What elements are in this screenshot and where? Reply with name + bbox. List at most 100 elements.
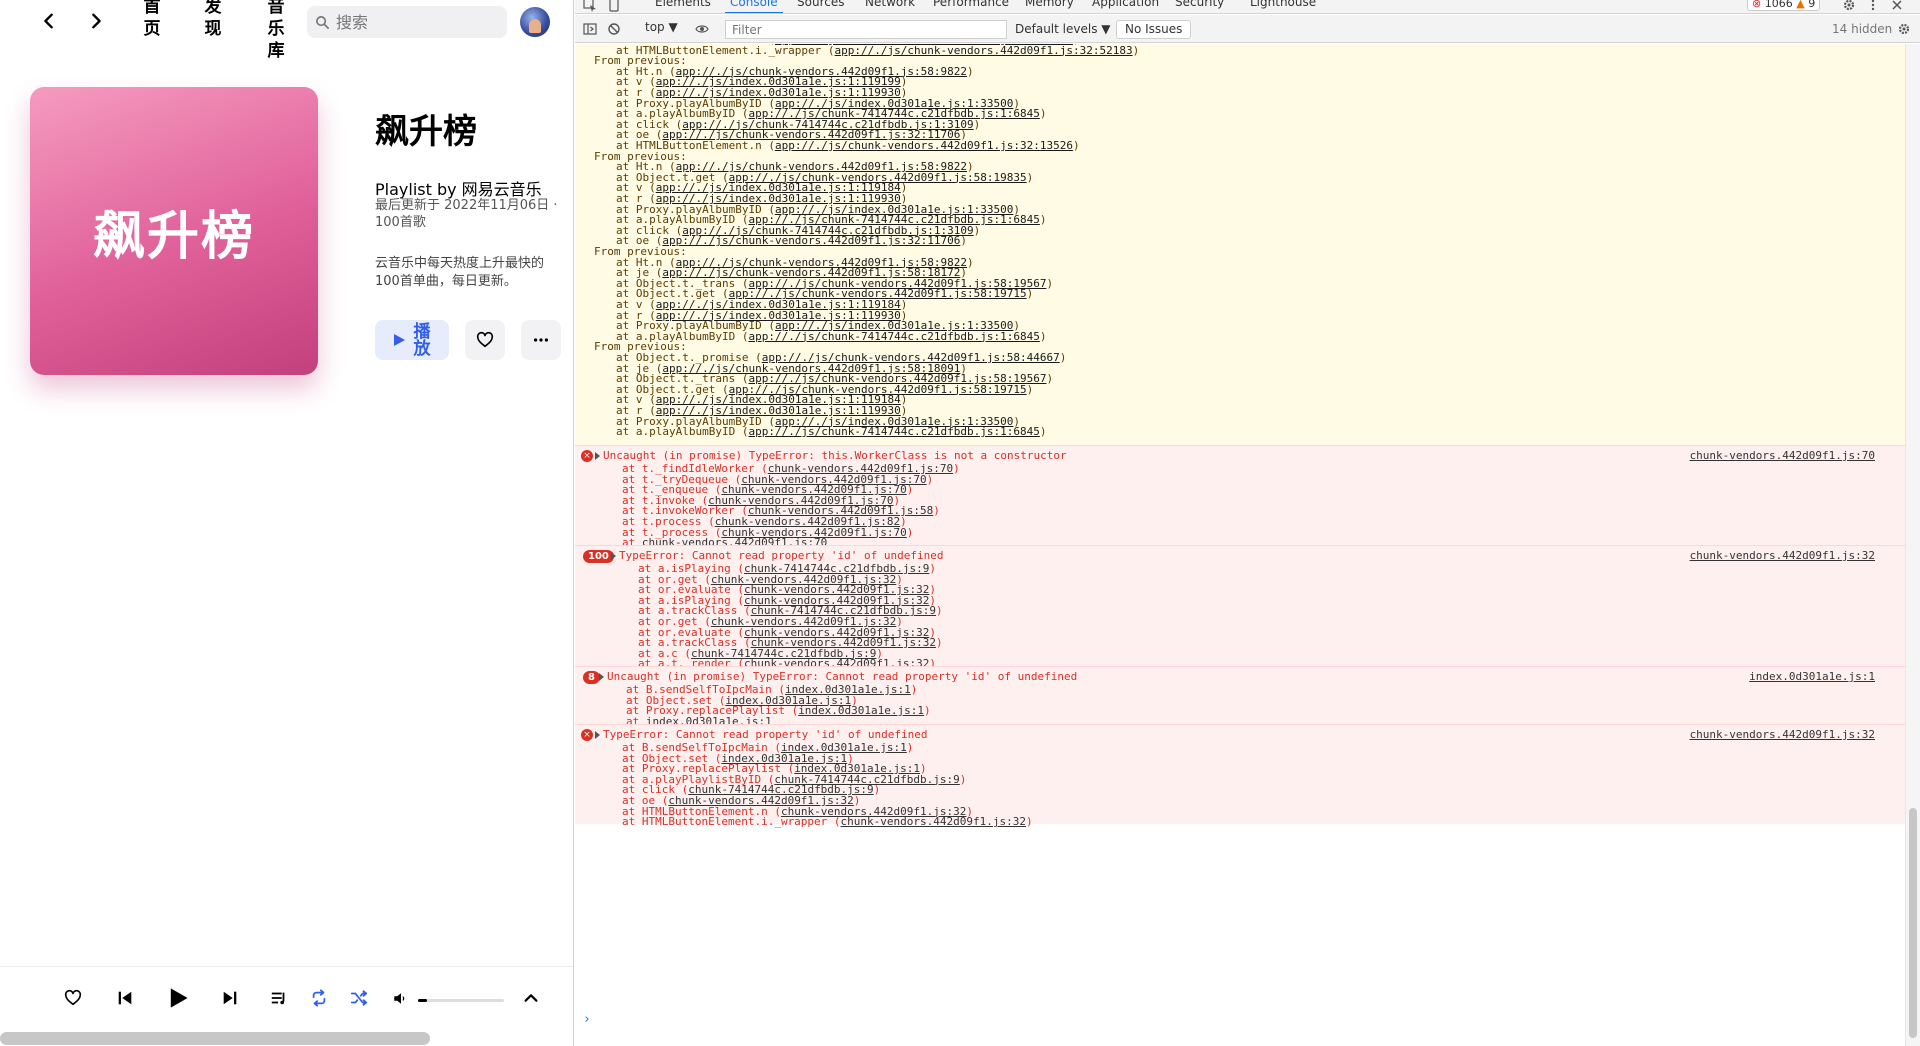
inspect-element-button[interactable] [581,0,599,13]
tab-application[interactable]: Application [1092,0,1159,9]
player-bar [0,966,573,1030]
source-link[interactable]: index.0d301a1e.js:1 [798,704,924,717]
horizontal-scrollbar[interactable] [0,1032,430,1045]
more-button[interactable] [521,320,561,360]
device-mobile-icon [609,0,619,12]
error-source-link[interactable]: chunk-vendors.442d09f1.js:32 [1690,728,1875,741]
customize-menu-button[interactable] [1864,0,1882,13]
play-pause-button[interactable] [162,982,194,1014]
stack-text: ) [1046,372,1054,386]
stack-text: ) [1039,213,1047,227]
issues-button[interactable]: No Issues [1116,20,1192,39]
device-toolbar-button[interactable] [605,0,623,13]
tab-elements[interactable]: Elements [655,0,711,9]
clear-console-button[interactable] [605,20,623,38]
music-app-pane: 首页 发现 音乐库 飙升榜 飙升榜 Playlist by 网易云音乐 最后更新… [0,0,574,1046]
warning-icon: ▲ [1796,0,1805,10]
sidebar-toggle-button[interactable] [581,20,599,38]
heart-icon [476,331,494,348]
console-messages: at HTMLButtonElement.n (app://./js/chunk… [575,44,1905,1046]
live-expression-button[interactable] [693,20,711,38]
skip-previous-icon [118,991,132,1005]
scrollbar-thumb[interactable] [1909,808,1917,1038]
stack-text: ) [1039,329,1047,343]
previous-track-button[interactable] [110,983,140,1013]
console-error-message[interactable]: 8 Uncaught (in promise) TypeError: Cannot… [575,666,1905,728]
search-box[interactable] [307,6,507,38]
avatar[interactable] [520,7,550,37]
tab-network[interactable]: Network [865,0,915,9]
expand-triangle-icon[interactable] [595,731,600,739]
tab-security[interactable]: Security [1175,0,1224,9]
shuffle-icon [350,990,368,1006]
error-source-link[interactable]: chunk-vendors.442d09f1.js:32 [1690,549,1875,562]
nav-link-library[interactable]: 音乐库 [263,0,289,62]
expand-triangle-icon[interactable] [611,552,616,560]
console-error-message[interactable]: × TypeError: Cannot read property 'id' of… [575,724,1905,828]
stack-text: ) [967,64,974,78]
back-button[interactable] [34,6,64,36]
play-button[interactable]: 播放 [375,320,449,360]
stack-text: ) [906,741,914,754]
tab-performance[interactable]: Performance [933,0,1009,9]
console-prompt[interactable]: › [583,1012,591,1027]
chevron-left-icon [44,13,53,29]
console-vertical-scrollbar[interactable] [1905,44,1920,1046]
tab-console[interactable]: Console [730,0,778,9]
source-link[interactable]: app://./js/chunk-7414744c.c21dfbdb.js:1:… [748,330,1039,343]
source-link[interactable]: app://./js/chunk-vendors.442d09f1.js:32:… [775,139,1073,152]
nav-link-explore[interactable]: 发现 [200,0,226,40]
stack-text: ) [973,223,981,237]
tab-memory[interactable]: Memory [1025,0,1074,9]
playlist-queue-button[interactable] [264,983,294,1013]
block-icon [608,23,620,35]
stack-text: ) [1026,382,1034,396]
context-value: top [645,20,665,34]
console-filter-input[interactable] [725,20,1007,39]
source-link[interactable]: app://./js/chunk-vendors.442d09f1.js:32:… [662,234,960,247]
error-source-link[interactable]: chunk-vendors.442d09f1.js:70 [1690,449,1875,462]
playlist-cover: 飙升榜 [30,87,318,375]
source-link[interactable]: app://./js/chunk-vendors.442d09f1.js:32:… [835,44,1133,57]
console-settings-button[interactable] [1895,20,1913,38]
forward-button[interactable] [81,6,111,36]
next-track-button[interactable] [215,983,245,1013]
tab-lighthouse[interactable]: Lighthouse [1250,0,1316,9]
expand-triangle-icon[interactable] [595,452,600,460]
error-source-link[interactable]: index.0d301a1e.js:1 [1749,670,1875,683]
close-devtools-button[interactable] [1888,0,1906,13]
chevron-up-icon [524,994,538,1002]
console-error-message[interactable]: × Uncaught (in promise) TypeError: this.W… [575,445,1905,549]
shuffle-button[interactable] [344,983,374,1013]
like-button[interactable] [465,320,505,360]
expand-triangle-icon[interactable] [599,673,604,681]
stack-text: ) [924,704,931,718]
player-like-button[interactable] [58,983,88,1013]
expand-lyrics-button[interactable] [516,983,546,1013]
error-message-text: TypeError: Cannot read property 'id' of … [619,549,944,562]
nav-link-home[interactable]: 首页 [139,0,165,40]
context-selector[interactable]: top ▼ [645,20,678,34]
source-link[interactable]: chunk-vendors.442d09f1.js:32 [841,815,1026,828]
caret-down-icon: ▼ [668,20,678,34]
search-input[interactable] [336,12,496,32]
source-link[interactable]: app://./js/chunk-7414744c.c21dfbdb.js:1:… [748,425,1039,438]
volume-slider[interactable] [418,999,504,1002]
cover-title: 飙升榜 [92,206,255,267]
console-toolbar: top ▼ Default levels ▼ No Issues 14 hidd… [575,15,1920,43]
settings-button[interactable] [1840,0,1858,13]
console-error-message[interactable]: 100 TypeError: Cannot read property 'id' … [575,545,1905,670]
tab-sources[interactable]: Sources [797,0,844,9]
volume-button[interactable] [384,983,414,1013]
warning-count: 9 [1808,0,1816,10]
repeat-button[interactable] [304,983,334,1013]
stack-text: ) [910,683,918,696]
error-warning-counter[interactable]: ⊗ 1066 ▲ 9 [1747,0,1821,11]
log-levels-dropdown[interactable]: Default levels ▼ [1015,22,1111,36]
stack-text: ) [953,462,960,475]
close-icon [1892,0,1902,10]
devtools-pane: Elements Console Sources Network Perform… [575,0,1920,1046]
repeat-count-badge: 100 [583,550,614,563]
gear-icon [1843,0,1855,11]
stack-text: ) [959,772,967,786]
